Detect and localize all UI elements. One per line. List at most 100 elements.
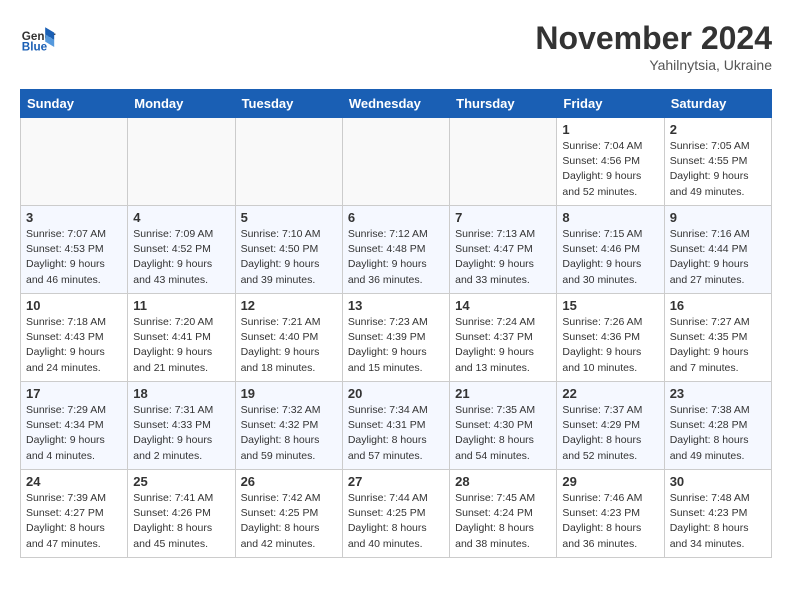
day-number: 21 xyxy=(455,386,551,401)
day-number: 9 xyxy=(670,210,766,225)
calendar-cell: 26 Sunrise: 7:42 AM Sunset: 4:25 PM Dayli… xyxy=(235,470,342,558)
calendar-cell: 8 Sunrise: 7:15 AM Sunset: 4:46 PM Daylig… xyxy=(557,206,664,294)
calendar-cell: 10 Sunrise: 7:18 AM Sunset: 4:43 PM Dayli… xyxy=(21,294,128,382)
calendar-week-row: 17 Sunrise: 7:29 AM Sunset: 4:34 PM Dayli… xyxy=(21,382,772,470)
svg-text:Blue: Blue xyxy=(22,41,48,54)
day-number: 6 xyxy=(348,210,444,225)
col-header-monday: Monday xyxy=(128,90,235,118)
title-block: November 2024 Yahilnytsia, Ukraine xyxy=(535,20,772,73)
calendar-cell xyxy=(21,118,128,206)
col-header-saturday: Saturday xyxy=(664,90,771,118)
day-number: 7 xyxy=(455,210,551,225)
calendar-week-row: 10 Sunrise: 7:18 AM Sunset: 4:43 PM Dayli… xyxy=(21,294,772,382)
col-header-friday: Friday xyxy=(557,90,664,118)
day-info: Sunrise: 7:26 AM Sunset: 4:36 PM Dayligh… xyxy=(562,315,658,376)
calendar-cell: 28Sunrise: 7:45 AM Sunset: 4:24 PM Dayli… xyxy=(450,470,557,558)
day-number: 28 xyxy=(455,474,551,489)
day-info: Sunrise: 7:39 AM Sunset: 4:27 PM Dayligh… xyxy=(26,491,122,552)
calendar-cell: 22 Sunrise: 7:37 AM Sunset: 4:29 PM Dayli… xyxy=(557,382,664,470)
day-info: Sunrise: 7:13 AM Sunset: 4:47 PM Dayligh… xyxy=(455,227,551,288)
calendar-cell: 4Sunrise: 7:09 AM Sunset: 4:52 PM Daylig… xyxy=(128,206,235,294)
day-info: Sunrise: 7:21 AM Sunset: 4:40 PM Dayligh… xyxy=(241,315,337,376)
day-info: Sunrise: 7:31 AM Sunset: 4:33 PM Dayligh… xyxy=(133,403,229,464)
day-number: 18 xyxy=(133,386,229,401)
calendar-cell xyxy=(235,118,342,206)
day-info: Sunrise: 7:23 AM Sunset: 4:39 PM Dayligh… xyxy=(348,315,444,376)
day-number: 4 xyxy=(133,210,229,225)
day-number: 12 xyxy=(241,298,337,313)
calendar-cell: 3 Sunrise: 7:07 AM Sunset: 4:53 PM Daylig… xyxy=(21,206,128,294)
page-header: General Blue November 2024 Yahilnytsia, … xyxy=(20,20,772,73)
day-info: Sunrise: 7:42 AM Sunset: 4:25 PM Dayligh… xyxy=(241,491,337,552)
calendar-cell: 15 Sunrise: 7:26 AM Sunset: 4:36 PM Dayli… xyxy=(557,294,664,382)
col-header-sunday: Sunday xyxy=(21,90,128,118)
calendar-week-row: 24 Sunrise: 7:39 AM Sunset: 4:27 PM Dayli… xyxy=(21,470,772,558)
calendar-header-row: SundayMondayTuesdayWednesdayThursdayFrid… xyxy=(21,90,772,118)
logo-icon: General Blue xyxy=(20,20,56,56)
calendar-cell: 12 Sunrise: 7:21 AM Sunset: 4:40 PM Dayli… xyxy=(235,294,342,382)
day-info: Sunrise: 7:24 AM Sunset: 4:37 PM Dayligh… xyxy=(455,315,551,376)
day-number: 5 xyxy=(241,210,337,225)
day-info: Sunrise: 7:35 AM Sunset: 4:30 PM Dayligh… xyxy=(455,403,551,464)
day-number: 10 xyxy=(26,298,122,313)
day-info: Sunrise: 7:32 AM Sunset: 4:32 PM Dayligh… xyxy=(241,403,337,464)
calendar-cell xyxy=(128,118,235,206)
calendar-cell: 1Sunrise: 7:04 AM Sunset: 4:56 PM Daylig… xyxy=(557,118,664,206)
logo: General Blue xyxy=(20,20,56,56)
day-number: 27 xyxy=(348,474,444,489)
day-number: 13 xyxy=(348,298,444,313)
day-info: Sunrise: 7:10 AM Sunset: 4:50 PM Dayligh… xyxy=(241,227,337,288)
day-info: Sunrise: 7:15 AM Sunset: 4:46 PM Dayligh… xyxy=(562,227,658,288)
day-info: Sunrise: 7:18 AM Sunset: 4:43 PM Dayligh… xyxy=(26,315,122,376)
day-info: Sunrise: 7:16 AM Sunset: 4:44 PM Dayligh… xyxy=(670,227,766,288)
location-subtitle: Yahilnytsia, Ukraine xyxy=(535,57,772,73)
calendar-cell: 2 Sunrise: 7:05 AM Sunset: 4:55 PM Daylig… xyxy=(664,118,771,206)
day-info: Sunrise: 7:29 AM Sunset: 4:34 PM Dayligh… xyxy=(26,403,122,464)
day-number: 15 xyxy=(562,298,658,313)
day-info: Sunrise: 7:38 AM Sunset: 4:28 PM Dayligh… xyxy=(670,403,766,464)
calendar-week-row: 1Sunrise: 7:04 AM Sunset: 4:56 PM Daylig… xyxy=(21,118,772,206)
col-header-wednesday: Wednesday xyxy=(342,90,449,118)
calendar-cell: 11Sunrise: 7:20 AM Sunset: 4:41 PM Dayli… xyxy=(128,294,235,382)
calendar-table: SundayMondayTuesdayWednesdayThursdayFrid… xyxy=(20,89,772,558)
day-number: 11 xyxy=(133,298,229,313)
calendar-cell: 7 Sunrise: 7:13 AM Sunset: 4:47 PM Daylig… xyxy=(450,206,557,294)
day-number: 22 xyxy=(562,386,658,401)
day-info: Sunrise: 7:07 AM Sunset: 4:53 PM Dayligh… xyxy=(26,227,122,288)
day-number: 3 xyxy=(26,210,122,225)
calendar-cell xyxy=(342,118,449,206)
calendar-cell: 18 Sunrise: 7:31 AM Sunset: 4:33 PM Dayli… xyxy=(128,382,235,470)
day-number: 16 xyxy=(670,298,766,313)
calendar-cell: 25 Sunrise: 7:41 AM Sunset: 4:26 PM Dayli… xyxy=(128,470,235,558)
day-info: Sunrise: 7:44 AM Sunset: 4:25 PM Dayligh… xyxy=(348,491,444,552)
day-info: Sunrise: 7:46 AM Sunset: 4:23 PM Dayligh… xyxy=(562,491,658,552)
calendar-cell: 24 Sunrise: 7:39 AM Sunset: 4:27 PM Dayli… xyxy=(21,470,128,558)
day-info: Sunrise: 7:05 AM Sunset: 4:55 PM Dayligh… xyxy=(670,139,766,200)
calendar-cell xyxy=(450,118,557,206)
calendar-cell: 19 Sunrise: 7:32 AM Sunset: 4:32 PM Dayli… xyxy=(235,382,342,470)
day-number: 2 xyxy=(670,122,766,137)
day-number: 25 xyxy=(133,474,229,489)
col-header-thursday: Thursday xyxy=(450,90,557,118)
calendar-cell: 14Sunrise: 7:24 AM Sunset: 4:37 PM Dayli… xyxy=(450,294,557,382)
day-number: 24 xyxy=(26,474,122,489)
day-number: 29 xyxy=(562,474,658,489)
day-number: 8 xyxy=(562,210,658,225)
calendar-cell: 21 Sunrise: 7:35 AM Sunset: 4:30 PM Dayli… xyxy=(450,382,557,470)
col-header-tuesday: Tuesday xyxy=(235,90,342,118)
calendar-week-row: 3 Sunrise: 7:07 AM Sunset: 4:53 PM Daylig… xyxy=(21,206,772,294)
calendar-cell: 27 Sunrise: 7:44 AM Sunset: 4:25 PM Dayli… xyxy=(342,470,449,558)
month-title: November 2024 xyxy=(535,20,772,57)
calendar-cell: 17 Sunrise: 7:29 AM Sunset: 4:34 PM Dayli… xyxy=(21,382,128,470)
day-info: Sunrise: 7:41 AM Sunset: 4:26 PM Dayligh… xyxy=(133,491,229,552)
calendar-cell: 9 Sunrise: 7:16 AM Sunset: 4:44 PM Daylig… xyxy=(664,206,771,294)
day-number: 30 xyxy=(670,474,766,489)
day-number: 17 xyxy=(26,386,122,401)
day-info: Sunrise: 7:27 AM Sunset: 4:35 PM Dayligh… xyxy=(670,315,766,376)
day-number: 26 xyxy=(241,474,337,489)
day-info: Sunrise: 7:37 AM Sunset: 4:29 PM Dayligh… xyxy=(562,403,658,464)
calendar-cell: 23Sunrise: 7:38 AM Sunset: 4:28 PM Dayli… xyxy=(664,382,771,470)
day-number: 19 xyxy=(241,386,337,401)
calendar-cell: 30Sunrise: 7:48 AM Sunset: 4:23 PM Dayli… xyxy=(664,470,771,558)
day-info: Sunrise: 7:34 AM Sunset: 4:31 PM Dayligh… xyxy=(348,403,444,464)
